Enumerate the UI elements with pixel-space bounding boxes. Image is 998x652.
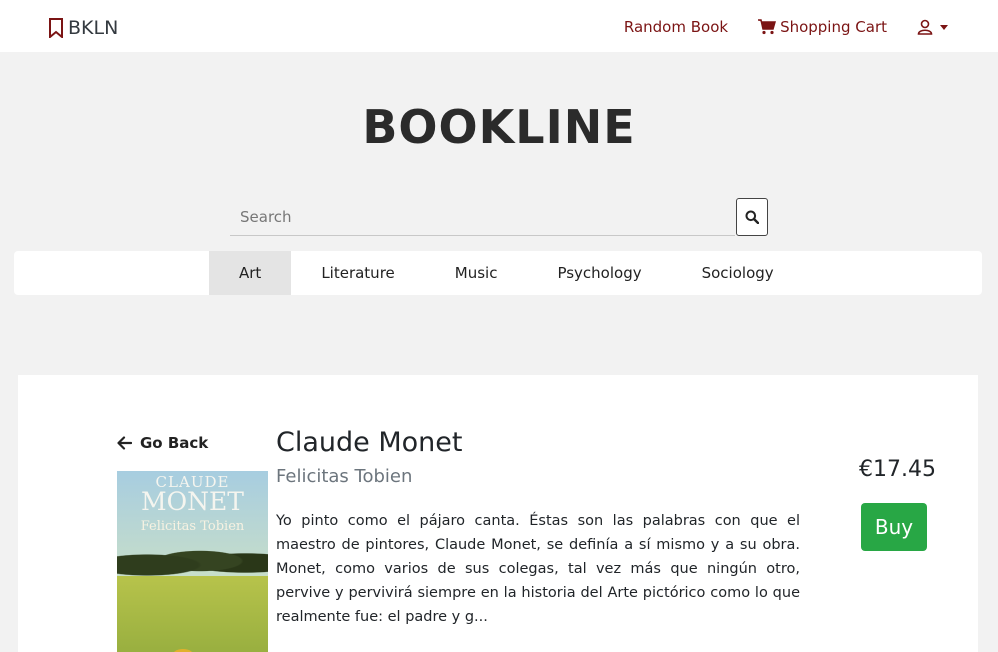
bookmark-icon — [49, 18, 63, 38]
page-title: BOOKLINE — [362, 100, 636, 154]
shopping-cart-link[interactable]: Shopping Cart — [758, 18, 887, 36]
brand-name: BKLN — [68, 17, 119, 39]
search-bar — [230, 198, 768, 236]
shopping-cart-icon — [758, 19, 777, 35]
user-menu-toggle[interactable] — [917, 19, 948, 35]
cover-text-line2: MONET — [141, 487, 244, 516]
arrow-left-icon — [117, 436, 132, 450]
book-price: €17.45 — [859, 457, 936, 482]
user-icon — [917, 19, 933, 35]
cover-field — [117, 576, 268, 652]
random-book-link[interactable]: Random Book — [624, 18, 728, 36]
search-input[interactable] — [230, 198, 735, 236]
cover-trees — [117, 541, 268, 581]
navbar: BKLN Random Book Shopping Cart — [0, 0, 998, 52]
brand-link[interactable]: BKLN — [48, 17, 118, 39]
chevron-down-icon — [940, 24, 948, 30]
book-author: Felicitas Tobien — [276, 466, 413, 487]
category-tab-music[interactable]: Music — [425, 251, 528, 295]
book-title: Claude Monet — [276, 427, 463, 458]
cover-text-line3: Felicitas Tobien — [140, 519, 245, 534]
go-back-label: Go Back — [140, 434, 209, 452]
category-tab-art[interactable]: Art — [209, 251, 292, 295]
search-icon — [745, 210, 759, 224]
category-tab-literature[interactable]: Literature — [291, 251, 424, 295]
buy-button[interactable]: Buy — [861, 503, 927, 551]
shopping-cart-label: Shopping Cart — [780, 18, 887, 36]
category-tab-sociology[interactable]: Sociology — [672, 251, 804, 295]
book-detail-card: Go Back CLAUDE MONET Felicitas Tobien Cl… — [18, 375, 978, 652]
category-nav: Art Literature Music Psychology Sociolog… — [14, 251, 982, 295]
book-description: Yo pinto como el pájaro canta. Éstas son… — [276, 513, 800, 625]
search-button[interactable] — [736, 198, 768, 236]
random-book-label: Random Book — [623, 18, 729, 36]
book-cover: CLAUDE MONET Felicitas Tobien — [117, 471, 268, 652]
category-tab-psychology[interactable]: Psychology — [527, 251, 671, 295]
go-back-button[interactable]: Go Back — [117, 434, 208, 452]
